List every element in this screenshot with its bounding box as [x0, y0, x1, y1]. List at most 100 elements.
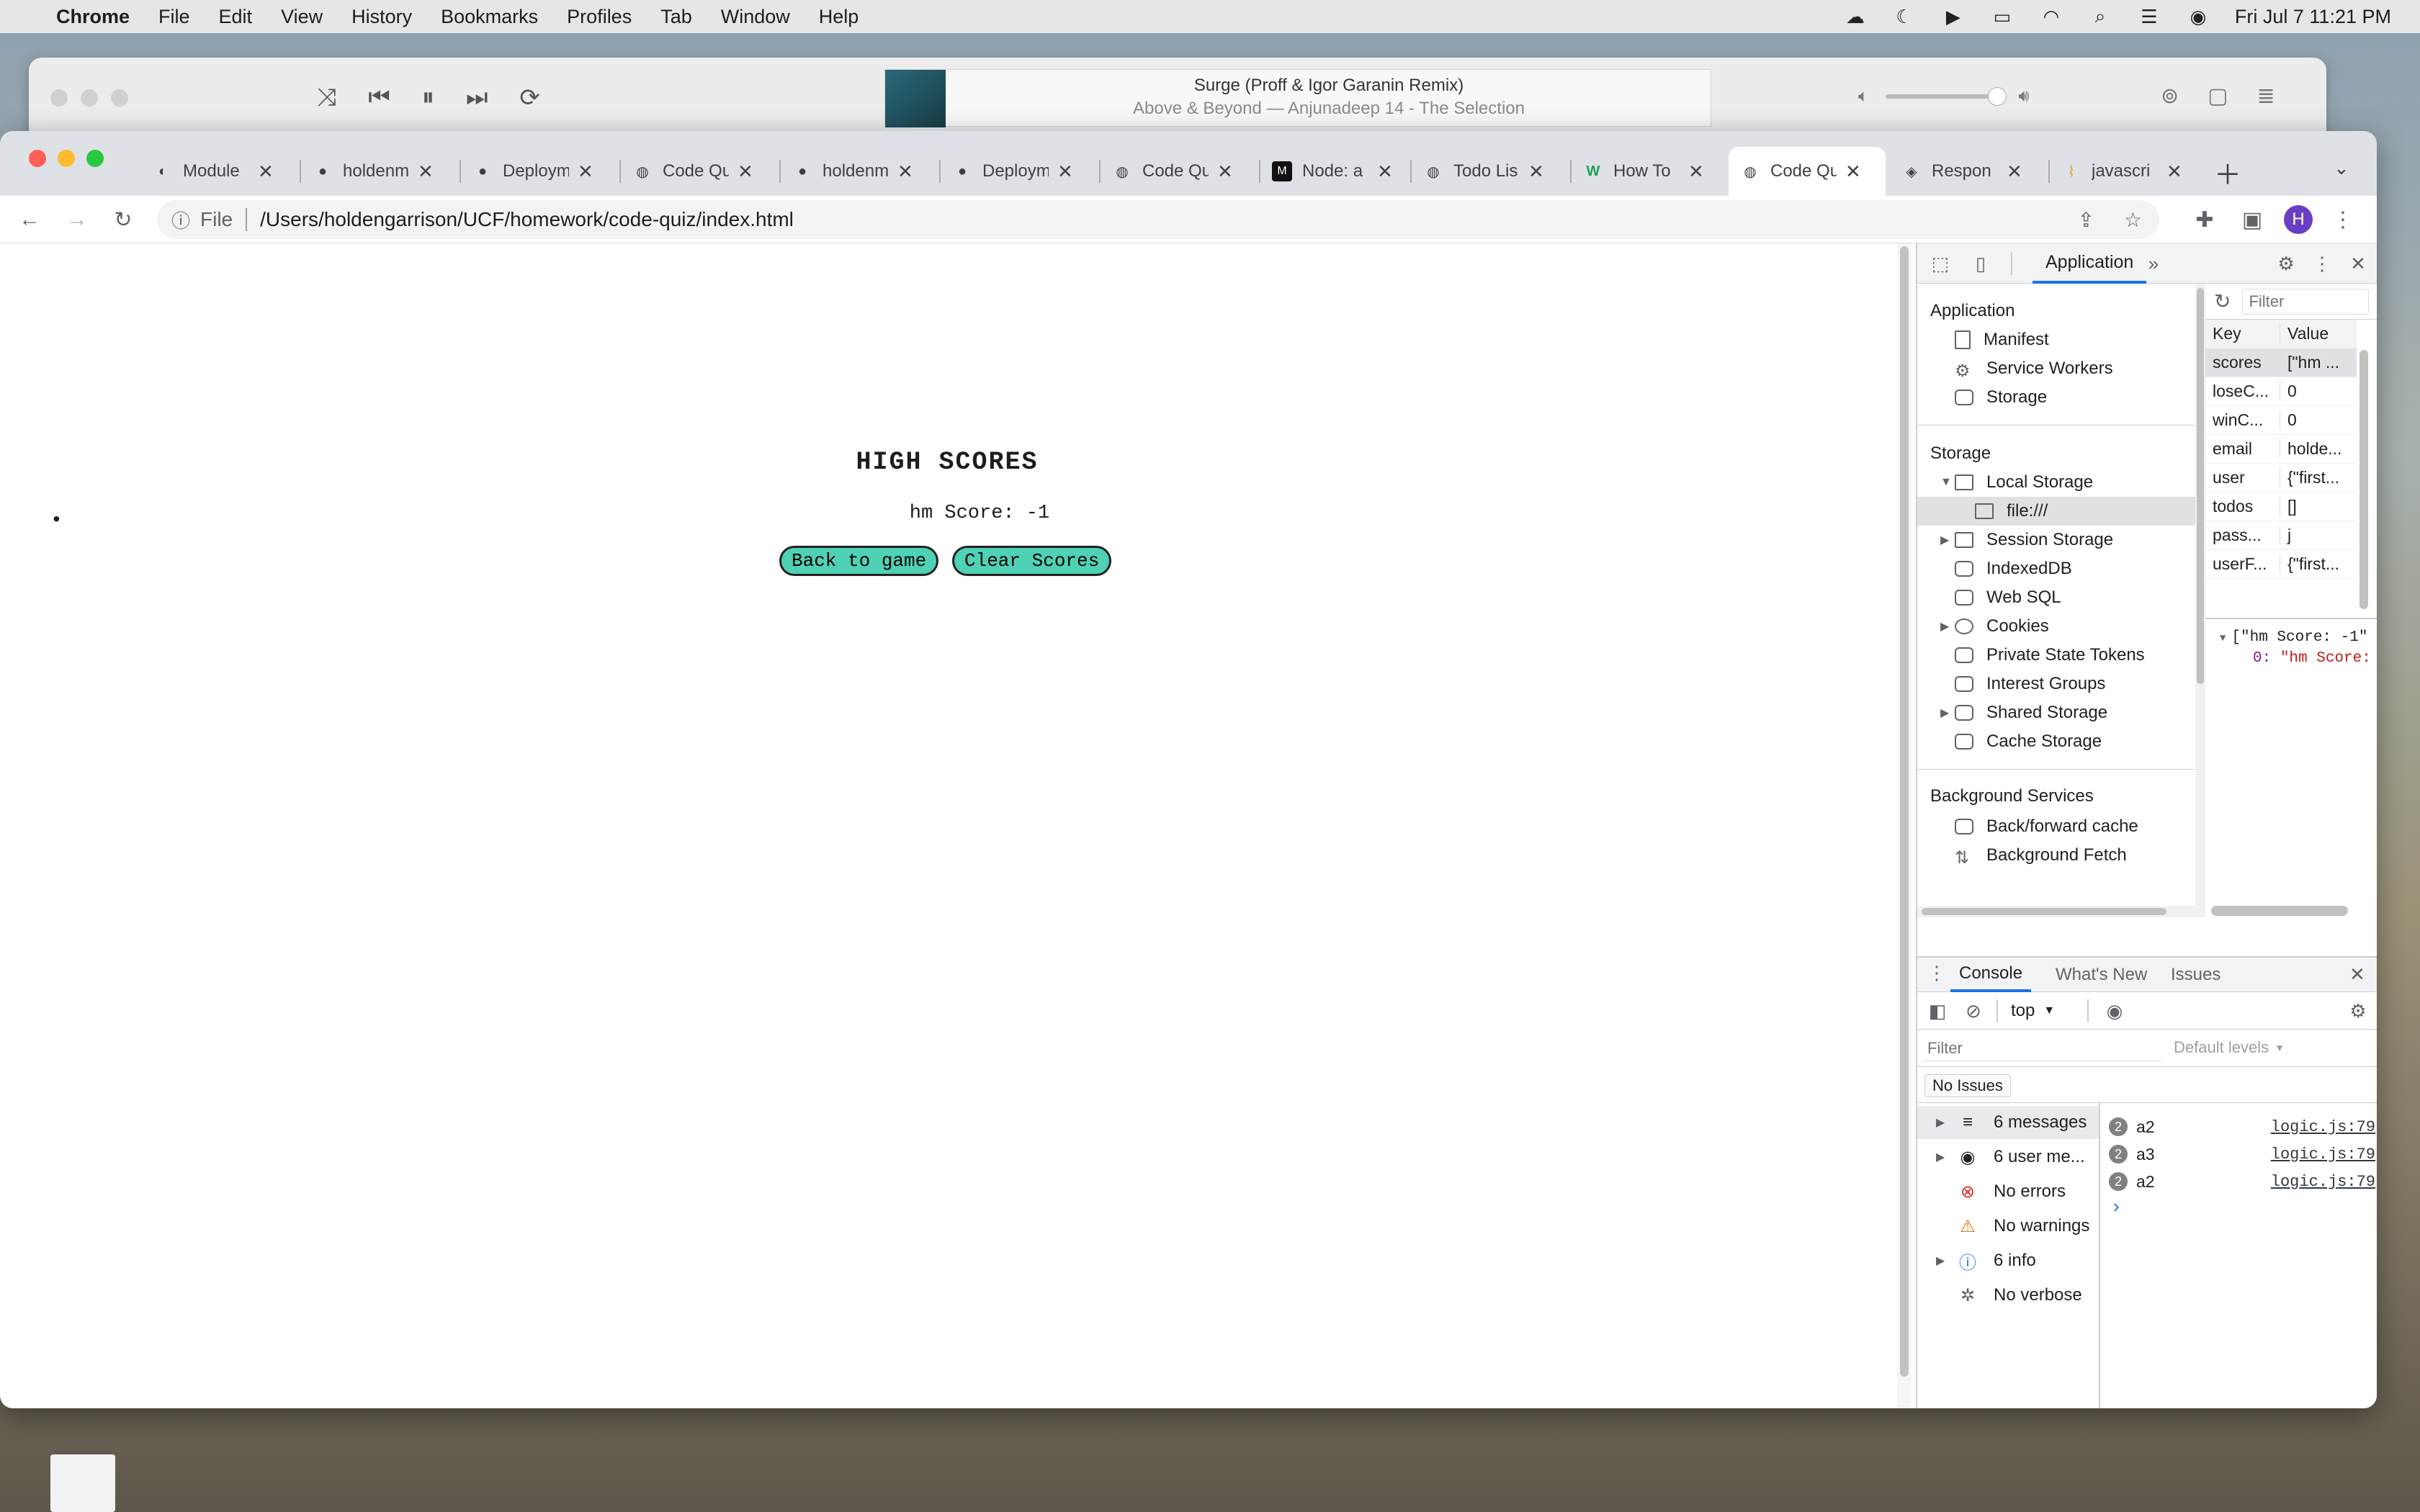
clear-console-icon[interactable]: ⊘ — [1960, 998, 1986, 1024]
storage-filter-input[interactable] — [2242, 288, 2370, 315]
no-issues-button[interactable]: No Issues — [1924, 1074, 2011, 1097]
page-scrollbar[interactable] — [1897, 243, 1912, 1408]
table-scrollbar-thumb[interactable] — [2360, 350, 2368, 609]
table-row[interactable]: pass... j — [2205, 521, 2357, 550]
queue-icon[interactable]: ≣ — [2257, 84, 2275, 109]
table-row[interactable]: todos [] — [2205, 492, 2357, 521]
tab-close-icon[interactable]: ✕ — [258, 161, 274, 183]
sidebar-item-storage[interactable]: Storage — [1955, 383, 2047, 412]
extensions-puzzle-icon[interactable]: ✚ — [2190, 204, 2220, 235]
table-row[interactable]: userF... {"first... — [2205, 550, 2357, 579]
menu-view[interactable]: View — [281, 6, 323, 28]
reload-icon[interactable]: ↻ — [108, 204, 138, 235]
volume-knob[interactable] — [1988, 87, 2007, 106]
profile-avatar[interactable]: H — [2283, 204, 2313, 235]
tab-8[interactable]: M Node: a ✕ — [1260, 147, 1393, 196]
share-icon[interactable]: ⇪ — [2078, 208, 2094, 232]
tab-close-icon[interactable]: ✕ — [578, 161, 593, 183]
device-toolbar-icon[interactable]: ▯ — [1968, 251, 1994, 276]
airplay-icon[interactable]: ⊚ — [2161, 84, 2179, 109]
message-source-link[interactable]: logic.js:79 — [2271, 1173, 2375, 1191]
collapsed-triangle-icon[interactable]: ▶ — [1940, 619, 1949, 634]
console-prompt[interactable]: › — [2113, 1195, 2120, 1218]
menu-edit[interactable]: Edit — [219, 6, 253, 28]
spotlight-search-icon[interactable]: ⌕ — [2088, 5, 2112, 27]
sidebar-item-shared-storage[interactable]: ▶ Shared Storage — [1940, 698, 2107, 727]
sidebar-item-session-storage[interactable]: ▶ Session Storage — [1940, 526, 2113, 554]
bookmark-star-icon[interactable]: ☆ — [2124, 208, 2142, 232]
info-icon[interactable]: ⓘ — [171, 207, 190, 233]
tab-close-icon[interactable]: ✕ — [738, 161, 753, 183]
close-devtools-icon[interactable]: ✕ — [2345, 251, 2371, 276]
collapsed-triangle-icon[interactable]: ▶ — [1936, 1254, 1945, 1268]
close-drawer-icon[interactable]: ✕ — [2349, 963, 2365, 986]
tab-11-active[interactable]: ◍ Code Qu ✕ — [1729, 147, 1886, 196]
console-filter-info[interactable]: ▶ ⓘ 6 info — [1936, 1244, 2036, 1277]
tab-close-icon[interactable]: ✕ — [1845, 161, 1861, 183]
expanded-triangle-icon[interactable]: ▼ — [1940, 476, 1952, 489]
menu-app-name[interactable]: Chrome — [56, 6, 130, 28]
console-message[interactable]: 2 a2 logic.js:79 — [2109, 1113, 2375, 1140]
table-hscrollbar-thumb[interactable] — [2211, 906, 2348, 916]
sidebar-item-interest-groups[interactable]: Interest Groups — [1955, 670, 2105, 698]
pause-icon[interactable]: ⏸ — [422, 84, 434, 112]
tab-close-icon[interactable]: ✕ — [1688, 161, 1704, 183]
page-scrollbar-thumb[interactable] — [1900, 246, 1909, 1377]
sidebar-item-cache-storage[interactable]: Cache Storage — [1955, 727, 2102, 756]
sidebar-scrollbar-thumb[interactable] — [2197, 288, 2204, 684]
live-expression-eye-icon[interactable]: ◉ — [2102, 998, 2128, 1024]
tab-6[interactable]: ● Deploym ✕ — [941, 147, 1073, 196]
volume-slider[interactable] — [1886, 87, 2007, 106]
console-sidebar-toggle-icon[interactable]: ◧ — [1924, 998, 1950, 1024]
devtools-menu-icon[interactable]: ⋮ — [2309, 251, 2335, 276]
minimize-window-light[interactable] — [58, 150, 75, 167]
console-filter-user-messages[interactable]: ▶ ◉ 6 user me... — [1936, 1140, 2085, 1174]
sidebar-item-private-state-tokens[interactable]: Private State Tokens — [1955, 641, 2145, 670]
wifi-icon[interactable]: ◠ — [2039, 6, 2063, 27]
menu-window[interactable]: Window — [721, 6, 790, 28]
sidebar-item-background-fetch[interactable]: ⇅ Background Fetch — [1955, 841, 2127, 870]
side-panel-icon[interactable]: ▣ — [2237, 204, 2267, 235]
column-header-value[interactable]: Value — [2280, 324, 2355, 343]
sidebar-item-back-forward-cache[interactable]: Back/forward cache — [1955, 812, 2138, 841]
sidebar-item-manifest[interactable]: Manifest — [1955, 325, 2049, 354]
console-message[interactable]: 2 a2 logic.js:79 — [2109, 1168, 2375, 1195]
tab-close-icon[interactable]: ✕ — [2007, 161, 2022, 183]
lyrics-icon[interactable]: ▢ — [2208, 84, 2228, 109]
console-filter-errors[interactable]: ⊗ No errors — [1956, 1175, 2066, 1208]
address-bar[interactable]: ⓘ File /Users/holdengarrison/UCF/homewor… — [157, 200, 2159, 239]
collapsed-triangle-icon[interactable]: ▶ — [1940, 706, 1949, 720]
tab-7[interactable]: ◍ Code Qu ✕ — [1101, 147, 1233, 196]
sidebar-hscrollbar-thumb[interactable] — [1922, 908, 2166, 915]
value-preview-root[interactable]: ▼ ["hm Score: -1" — [2220, 629, 2377, 646]
chrome-menu-icon[interactable]: ⋮ — [2328, 204, 2358, 235]
column-header-key[interactable]: Key — [2205, 324, 2280, 343]
sidebar-scrollbar[interactable] — [2195, 284, 2205, 917]
sidebar-item-indexeddb[interactable]: IndexedDB — [1955, 554, 2072, 583]
forward-arrow-icon[interactable]: → — [62, 204, 92, 235]
tab-application[interactable]: Application — [2033, 243, 2147, 284]
drawer-tab-whats-new[interactable]: What's New — [2047, 958, 2156, 992]
drawer-menu-icon[interactable]: ⋮ — [1927, 962, 1946, 984]
tab-close-icon[interactable]: ✕ — [1057, 161, 1073, 183]
player-close-light[interactable] — [50, 89, 68, 107]
log-levels-dropdown[interactable]: Default levels ▼ — [2174, 1038, 2285, 1057]
tab-10[interactable]: W How To ✕ — [1572, 147, 1704, 196]
table-row[interactable]: loseC... 0 — [2205, 377, 2357, 406]
sidebar-item-cookies[interactable]: ▶ Cookies — [1940, 612, 2049, 641]
collapsed-triangle-icon[interactable]: ▶ — [1936, 1150, 1945, 1164]
creative-cloud-icon[interactable]: ☁ — [1843, 6, 1868, 27]
inspect-element-icon[interactable]: ⬚ — [1927, 251, 1953, 276]
tab-3[interactable]: ● Deploym ✕ — [461, 147, 593, 196]
more-tabs-chevron-icon[interactable]: » — [2141, 251, 2166, 276]
maximize-window-light[interactable] — [86, 150, 104, 167]
tab-close-icon[interactable]: ✕ — [1217, 161, 1233, 183]
tab-5[interactable]: ● holdenm ✕ — [781, 147, 913, 196]
table-row[interactable]: scores ["hm ... — [2205, 348, 2357, 377]
refresh-icon[interactable]: ↻ — [2214, 289, 2231, 313]
clear-scores-button[interactable]: Clear Scores — [952, 546, 1112, 576]
new-tab-button[interactable]: ＋ — [2214, 153, 2241, 192]
console-filter-input[interactable] — [1923, 1035, 2161, 1061]
tab-close-icon[interactable]: ✕ — [1528, 161, 1544, 183]
shuffle-icon[interactable]: ⤨ — [317, 84, 336, 112]
